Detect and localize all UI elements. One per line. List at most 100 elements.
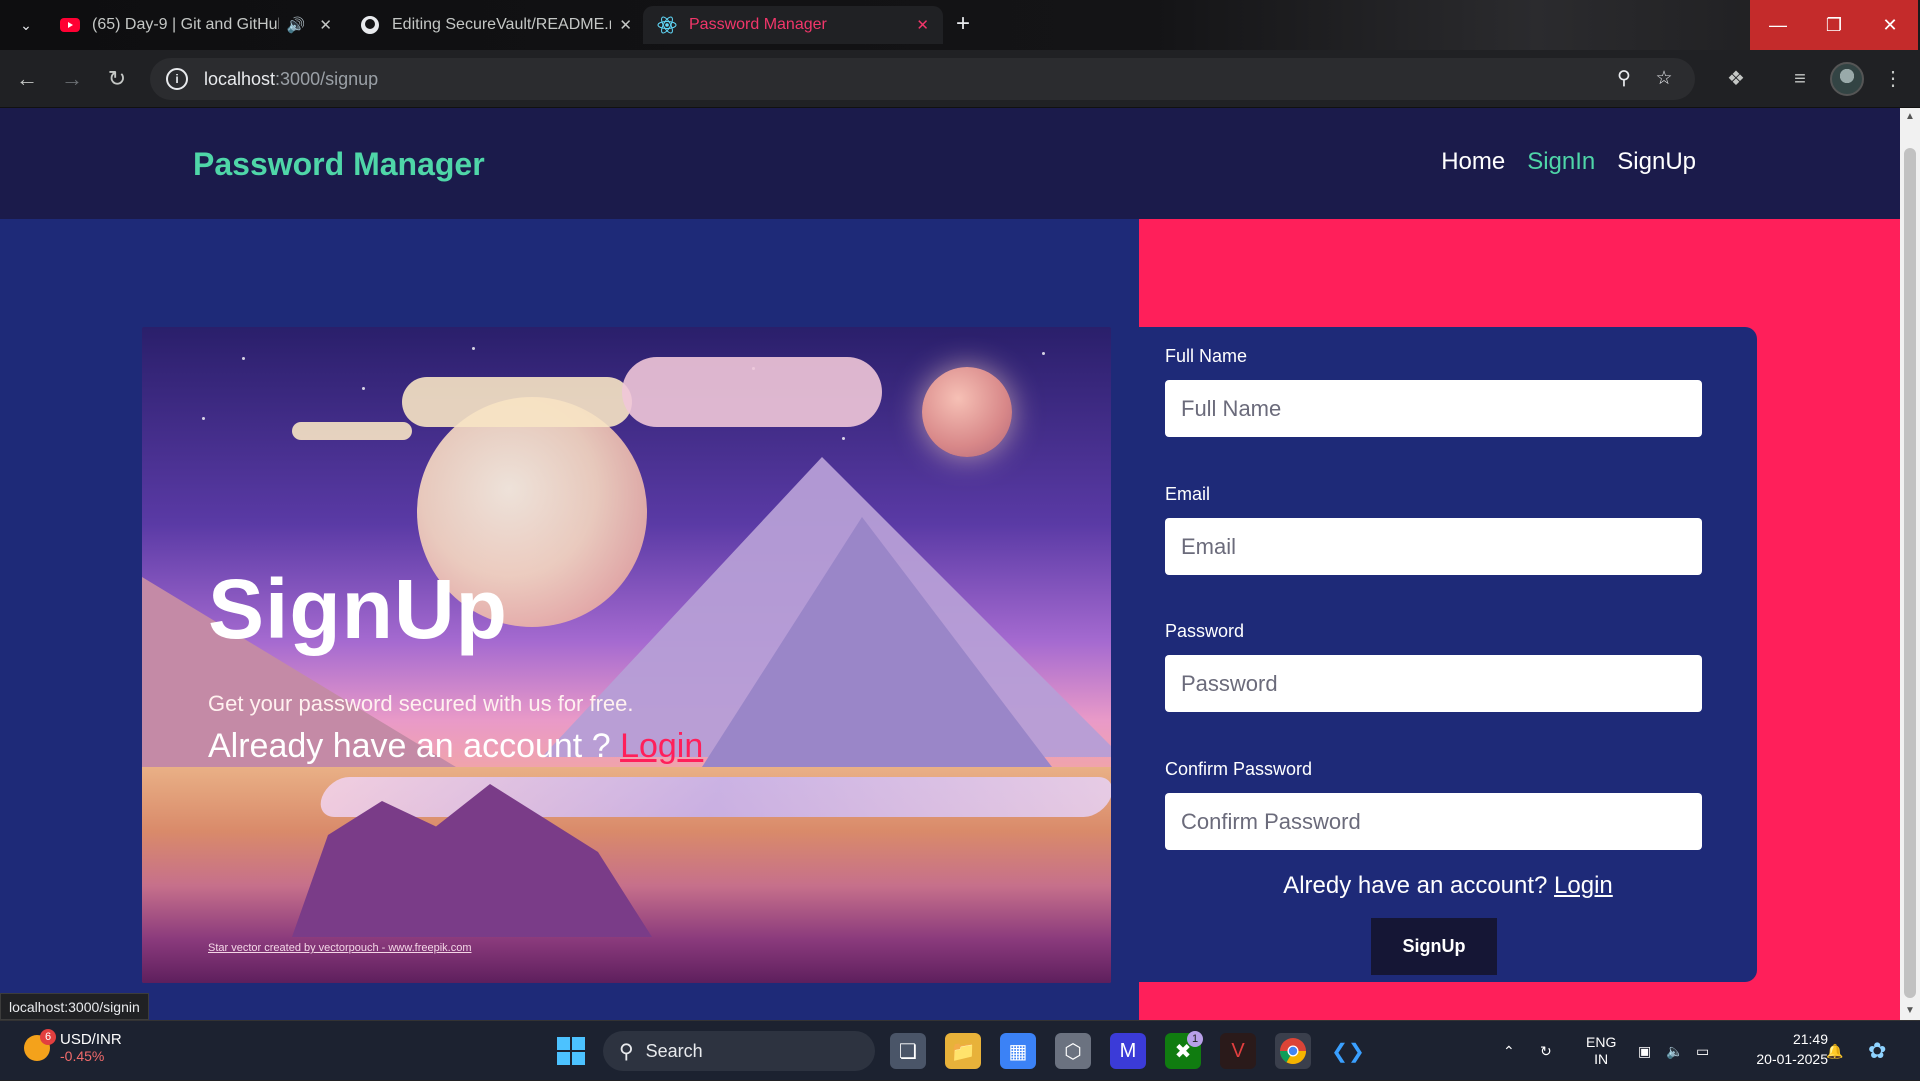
tab-search-chevron-icon[interactable]: ⌄ — [14, 13, 38, 37]
hero-login-prompt: Already have an account ? Login — [208, 727, 703, 766]
full-name-input[interactable]: Full Name — [1165, 380, 1702, 437]
confirm-password-input[interactable]: Confirm Password — [1165, 793, 1702, 850]
react-icon — [657, 15, 677, 35]
microsoft-store-icon[interactable]: ▦ — [1000, 1033, 1036, 1069]
full-name-label: Full Name — [1165, 346, 1248, 366]
hero-cta-text: Already have an account ? — [208, 727, 621, 765]
search-icon: ⚲ — [619, 1040, 634, 1063]
form-login-prompt: Alredy have an account? Login — [1139, 872, 1757, 900]
github-icon — [360, 15, 380, 35]
email-label: Email — [1165, 484, 1211, 504]
url-host: localhost — [204, 68, 276, 89]
reload-icon[interactable]: ↻ — [100, 62, 134, 96]
site-info-icon[interactable]: i — [166, 68, 188, 90]
form-login-link[interactable]: Login — [1554, 872, 1613, 899]
task-view-icon[interactable]: ❏ — [890, 1033, 926, 1069]
password-label: Password — [1165, 621, 1245, 641]
river — [314, 777, 1111, 817]
tab-github[interactable]: Editing SecureVault/README.m ✕ — [346, 6, 646, 44]
hero-subtitle: Get your password secured with us for fr… — [208, 691, 634, 716]
nav-signin[interactable]: SignIn — [1527, 148, 1595, 176]
site-navbar: Password Manager Home SignIn SignUp — [0, 108, 1900, 219]
password-input[interactable]: Password — [1165, 655, 1702, 712]
minimize-button[interactable]: — — [1750, 0, 1806, 50]
email-input[interactable]: Email — [1165, 518, 1702, 575]
status-url-tooltip: localhost:3000/signin — [0, 993, 149, 1020]
xbox-badge: 1 — [1187, 1031, 1203, 1047]
menu-kebab-icon[interactable]: ⋮ — [1880, 66, 1906, 92]
youtube-icon — [60, 15, 80, 35]
hero-illustration: SignUp Get your password secured with us… — [142, 327, 1111, 983]
tab-youtube[interactable]: (65) Day-9 | Git and GitHub 🔊 ✕ — [46, 6, 346, 44]
tab-title: (65) Day-9 | Git and GitHub — [92, 16, 279, 33]
tab-password-manager[interactable]: Password Manager ✕ — [643, 6, 943, 44]
scroll-up-icon[interactable]: ▲ — [1900, 108, 1920, 126]
sync-icon[interactable]: ↻ — [1540, 1021, 1552, 1081]
full-name-field: Full Name Full Name — [1165, 346, 1702, 437]
extensions-icon[interactable]: ❖ — [1723, 66, 1749, 92]
volume-icon[interactable]: 🔈 — [1666, 1021, 1683, 1081]
new-tab-button[interactable]: + — [948, 10, 978, 40]
star — [362, 387, 365, 390]
star — [202, 417, 205, 420]
address-bar[interactable]: i localhost:3000/signup ⚲ ☆ — [150, 58, 1695, 100]
notification-bell-icon[interactable]: 🔔 — [1826, 1021, 1843, 1081]
confirm-password-field: Confirm Password Confirm Password — [1165, 759, 1702, 850]
valorant-icon[interactable]: V — [1220, 1033, 1256, 1069]
browser-toolbar: ← → ↻ i localhost:3000/signup ⚲ ☆ ❖ ≡ ⋮ — [0, 50, 1920, 108]
widget-badge: 6 — [40, 1028, 56, 1045]
network-icon[interactable]: ▣ — [1638, 1021, 1651, 1081]
zoom-icon[interactable]: ⚲ — [1613, 68, 1635, 90]
nav-signup[interactable]: SignUp — [1617, 148, 1696, 176]
close-window-button[interactable]: ✕ — [1862, 0, 1918, 50]
region-code: IN — [1594, 1051, 1609, 1067]
star — [242, 357, 245, 360]
scroll-down-icon[interactable]: ▼ — [1900, 1002, 1920, 1020]
restore-button[interactable]: ❐ — [1806, 0, 1862, 50]
tab-title: Editing SecureVault/README.m — [392, 16, 612, 33]
ticker-change: -0.45% — [60, 1048, 105, 1064]
hero-login-link[interactable]: Login — [620, 727, 703, 765]
close-tab-icon[interactable]: ✕ — [619, 16, 632, 34]
cloud — [292, 422, 412, 440]
copilot-icon[interactable]: ✿ — [1868, 1021, 1886, 1081]
star — [1042, 352, 1045, 355]
scrollbar-thumb[interactable] — [1904, 148, 1916, 998]
cloud — [402, 377, 632, 427]
cloud — [622, 357, 882, 427]
brand-logo[interactable]: Password Manager — [193, 146, 485, 183]
back-icon[interactable]: ← — [10, 62, 44, 96]
media-control-icon[interactable]: ≡ — [1787, 66, 1813, 92]
vscode-icon[interactable]: ❮❯ — [1330, 1033, 1366, 1069]
battery-icon[interactable]: ▭ — [1696, 1021, 1709, 1081]
language-code: ENG — [1586, 1034, 1617, 1050]
close-tab-icon[interactable]: ✕ — [916, 16, 929, 34]
bookmark-star-icon[interactable]: ☆ — [1653, 68, 1675, 90]
close-tab-icon[interactable]: ✕ — [319, 16, 332, 34]
clock-date: 20-01-2025 — [1756, 1051, 1828, 1067]
language-indicator[interactable]: ENG IN — [1586, 1021, 1616, 1081]
image-credit-link[interactable]: Star vector created by vectorpouch - www… — [208, 942, 472, 954]
app-m-icon[interactable]: M — [1110, 1033, 1146, 1069]
clock[interactable]: 21:49 20-01-2025 — [1736, 1029, 1828, 1069]
file-explorer-icon[interactable]: 📁 — [945, 1033, 981, 1069]
signup-button[interactable]: SignUp — [1371, 918, 1497, 975]
windows-start-icon[interactable] — [553, 1033, 589, 1069]
tab-strip: ⌄ (65) Day-9 | Git and GitHub 🔊 ✕ Editin… — [0, 0, 1920, 50]
confirm-password-label: Confirm Password — [1165, 759, 1313, 779]
star — [472, 347, 475, 350]
signup-form: Full Name Full Name Email Email Password… — [1139, 327, 1757, 982]
unity-icon[interactable]: ⬡ — [1055, 1033, 1091, 1069]
volcano-shade — [702, 517, 1052, 767]
chrome-icon[interactable] — [1275, 1033, 1311, 1069]
speaker-icon[interactable]: 🔊 — [287, 16, 306, 34]
nav-home[interactable]: Home — [1441, 148, 1505, 176]
tray-overflow-icon[interactable]: ⌃ — [1503, 1021, 1515, 1081]
taskbar-search[interactable]: ⚲ Search — [603, 1031, 875, 1071]
forward-icon[interactable]: → — [55, 62, 89, 96]
moon-small — [922, 367, 1012, 457]
profile-avatar[interactable] — [1830, 62, 1864, 96]
currency-widget[interactable]: 6 USD/INR -0.45% — [24, 1028, 122, 1064]
page-scrollbar[interactable]: ▲ ▼ — [1900, 108, 1920, 1020]
email-field: Email Email — [1165, 484, 1702, 575]
